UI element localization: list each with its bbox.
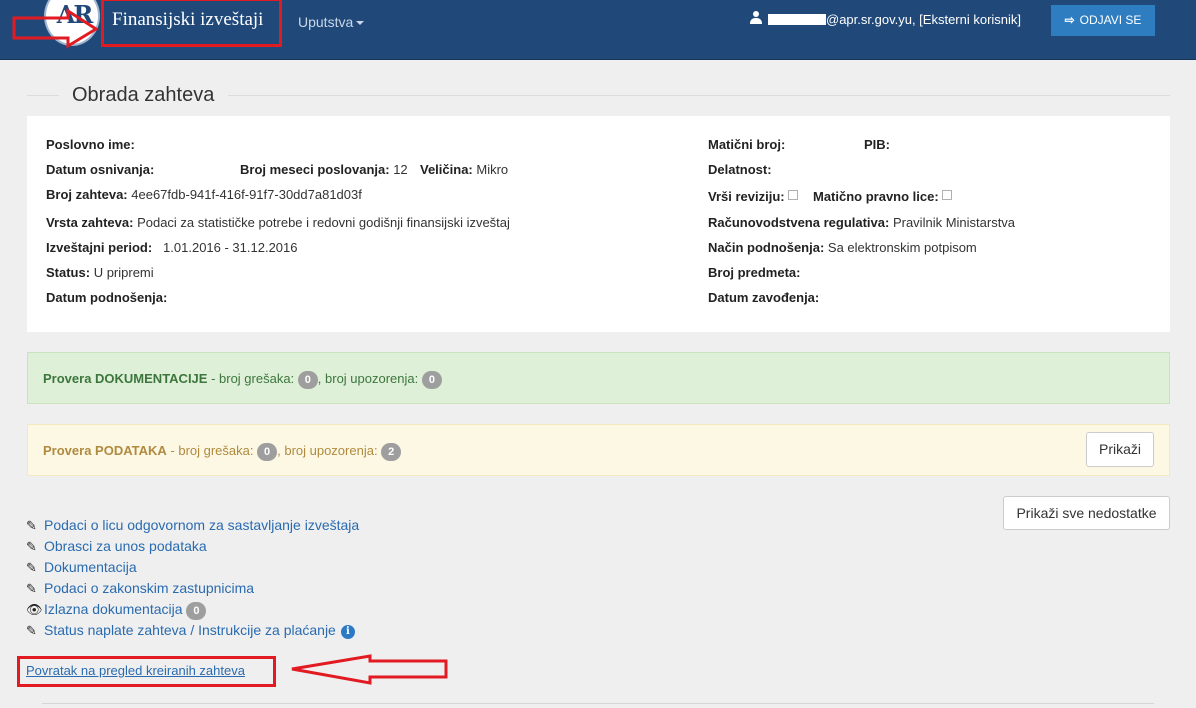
label-racunovodstvena-regulativa: Računovodstvena regulativa: (708, 215, 890, 230)
user-email: @apr.sr.gov.yu (826, 12, 912, 27)
maticno-pravno-lice-checkbox[interactable] (941, 190, 952, 200)
footer-divider (42, 703, 1154, 704)
field-pib: PIB: (864, 137, 890, 152)
user-role: , [Eksterni korisnik] (911, 12, 1022, 27)
label-vrsi-reviziju: Vrši reviziju: (708, 189, 785, 204)
vrsi-reviziju-checkbox[interactable] (787, 190, 798, 200)
label-delatnost: Delatnost: (708, 162, 772, 177)
logout-icon: ⇨ (1064, 13, 1075, 27)
label-datum-zavodjenja: Datum zavođenja: (708, 290, 820, 305)
annotation-arrow-left (291, 654, 448, 685)
field-datum-zavodjenja: Datum zavođenja: (708, 290, 819, 305)
field-maticni-broj: Matični broj: (708, 137, 785, 152)
label-maticno-pravno-lice: Matično pravno lice: (813, 189, 939, 204)
redacted-username (768, 14, 826, 25)
label-pib: PIB: (864, 137, 890, 152)
field-delatnost: Delatnost: (708, 162, 772, 177)
field-nacin-podnosenja: Način podnošenja: Sa elektronskim potpis… (708, 240, 977, 255)
value-racunovodstvena-regulativa: Pravilnik Ministarstva (892, 215, 1016, 230)
logout-button[interactable]: ⇨ ODJAVI SE (1051, 5, 1155, 36)
value-nacin-podnosenja: Sa elektronskim potpisom (827, 240, 977, 255)
user-info: @apr.sr.gov.yu, [Eksterni korisnik] (750, 11, 1021, 29)
logout-label: ODJAVI SE (1079, 13, 1142, 27)
user-icon (750, 11, 762, 25)
field-maticno-pravno-lice: Matično pravno lice: (813, 189, 952, 204)
value-velicina: Mikro (476, 162, 509, 177)
field-vrsi-reviziju: Vrši reviziju: (708, 189, 798, 204)
label-maticni-broj: Matični broj: (708, 137, 786, 152)
field-racunovodstvena-regulativa: Računovodstvena regulativa: Pravilnik Mi… (708, 215, 1015, 230)
show-data-issues-button[interactable]: Prikaži (1086, 432, 1154, 467)
label-broj-predmeta: Broj predmeta: (708, 265, 801, 280)
field-broj-predmeta: Broj predmeta: (708, 265, 800, 280)
show-all-issues-button[interactable]: Prikaži sve nedostatke (1003, 496, 1170, 530)
label-nacin-podnosenja: Način podnošenja: (708, 240, 825, 255)
